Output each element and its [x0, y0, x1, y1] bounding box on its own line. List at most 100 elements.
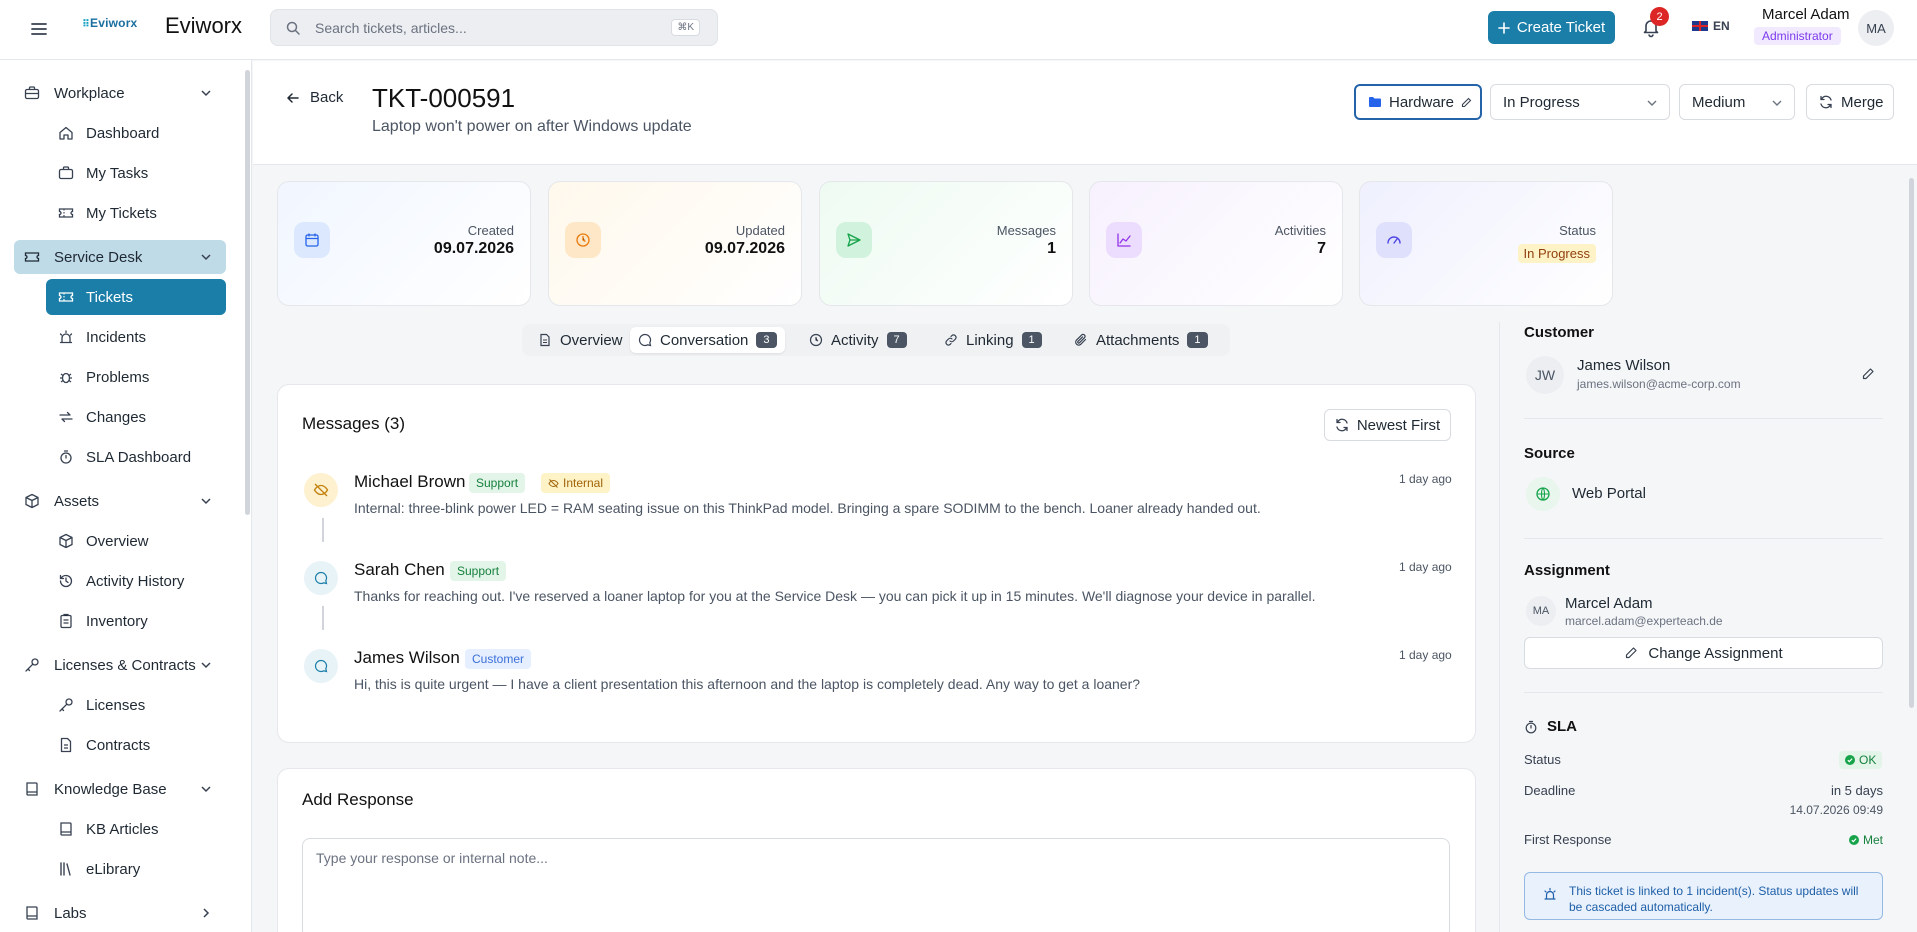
uk-flag-icon: [1692, 21, 1708, 31]
chevron-down-icon: [200, 783, 212, 795]
stat-card-activities: Activities 7: [1089, 181, 1343, 306]
message-text: Internal: three-blink power LED = RAM se…: [354, 500, 1261, 516]
main-scrollbar[interactable]: [1909, 178, 1914, 708]
message-icon: [304, 649, 338, 683]
category-button[interactable]: Hardware: [1354, 84, 1482, 120]
briefcase-icon: [58, 165, 74, 181]
chevron-down-icon: [1772, 99, 1782, 107]
status-select[interactable]: In Progress: [1490, 84, 1670, 120]
logo[interactable]: ⠿Eviworx: [82, 16, 137, 30]
paperclip-icon: [1074, 333, 1088, 347]
ticket-id: TKT-000591: [372, 83, 516, 113]
gauge-icon: [1376, 222, 1412, 258]
message-author: James Wilson: [354, 648, 460, 667]
stat-card-messages: Messages 1: [819, 181, 1073, 306]
language-selector[interactable]: EN: [1692, 19, 1730, 33]
sidebar-item-activity-history[interactable]: Activity History: [46, 563, 226, 599]
sidebar-item-my-tickets[interactable]: My Tickets: [46, 195, 226, 231]
ticket-tabs: Overview Conversation 3 Activity 7 Linki…: [522, 324, 1230, 356]
divider: [1524, 418, 1883, 419]
user-name[interactable]: Marcel Adam: [1762, 6, 1850, 23]
incident-notice: This ticket is linked to 1 incident(s). …: [1524, 872, 1883, 920]
sidebar-group-service-desk[interactable]: Service Desk: [14, 240, 226, 274]
siren-icon: [1543, 887, 1557, 901]
divider: [1524, 692, 1883, 693]
sidebar-item-elibrary[interactable]: eLibrary: [46, 851, 226, 887]
ticket-icon: [58, 289, 74, 305]
avatar: JW: [1526, 356, 1564, 394]
customer-badge: Customer: [465, 649, 532, 669]
message-icon: [638, 333, 652, 347]
sidebar-scrollbar[interactable]: [245, 70, 250, 515]
bug-icon: [58, 369, 74, 385]
back-button[interactable]: Back: [286, 89, 343, 106]
sidebar-group-knowledge-base[interactable]: Knowledge Base: [14, 772, 226, 806]
sidebar-item-dashboard[interactable]: Dashboard: [46, 115, 226, 151]
messages-title: Messages (3): [302, 414, 405, 433]
sidebar-item-assets-overview[interactable]: Overview: [46, 523, 226, 559]
support-badge: Support: [469, 473, 526, 493]
sidebar-item-my-tasks[interactable]: My Tasks: [46, 155, 226, 191]
avatar: MA: [1526, 596, 1556, 626]
sort-newest-first-button[interactable]: Newest First: [1324, 409, 1451, 441]
notification-count-badge: 2: [1650, 7, 1669, 26]
response-textarea[interactable]: Type your response or internal note...: [302, 838, 1450, 932]
change-assignment-button[interactable]: Change Assignment: [1524, 637, 1883, 669]
repeat-icon: [58, 409, 74, 425]
merge-button[interactable]: Merge: [1806, 84, 1894, 120]
sla-deadline-label: Deadline: [1524, 783, 1576, 798]
home-icon: [58, 125, 74, 141]
menu-icon[interactable]: [28, 18, 50, 40]
assignment-section-title: Assignment: [1524, 562, 1610, 579]
box-icon: [24, 493, 40, 509]
create-ticket-button[interactable]: Create Ticket: [1488, 11, 1615, 44]
sidebar-item-changes[interactable]: Changes: [46, 399, 226, 435]
box-icon: [58, 533, 74, 549]
clipboard-icon: [58, 613, 74, 629]
sla-section-title: SLA: [1547, 718, 1577, 735]
tab-linking[interactable]: Linking 1: [936, 327, 1050, 353]
customer-section-title: Customer: [1524, 324, 1595, 341]
sla-ok-badge: OK: [1839, 751, 1883, 769]
tab-conversation[interactable]: Conversation 3: [630, 327, 785, 353]
search-input[interactable]: Search tickets, articles... ⌘K: [270, 9, 718, 46]
sidebar-group-licenses-contracts[interactable]: Licenses & Contracts: [14, 648, 226, 682]
message-time: 1 day ago: [1399, 648, 1452, 662]
search-placeholder: Search tickets, articles...: [315, 20, 467, 36]
sidebar-item-kb-articles[interactable]: KB Articles: [46, 811, 226, 847]
avatar[interactable]: MA: [1858, 10, 1894, 46]
customer-name: James Wilson: [1577, 357, 1671, 374]
key-icon: [24, 657, 40, 673]
siren-icon: [58, 329, 74, 345]
message-text: Hi, this is quite urgent — I have a clie…: [354, 676, 1141, 692]
tab-overview[interactable]: Overview: [530, 327, 631, 353]
tab-attachments[interactable]: Attachments 1: [1066, 327, 1216, 353]
sidebar-item-problems[interactable]: Problems: [46, 359, 226, 395]
sla-deadline-relative: in 5 days: [1830, 783, 1883, 798]
divider: [1524, 538, 1883, 539]
sidebar-item-licenses[interactable]: Licenses: [46, 687, 226, 723]
search-icon: [286, 21, 300, 35]
priority-select[interactable]: Medium: [1679, 84, 1795, 120]
sidebar-item-tickets[interactable]: Tickets: [46, 279, 226, 315]
chevron-down-icon: [200, 251, 212, 263]
timeline-connector: [322, 606, 324, 630]
file-icon: [538, 333, 552, 347]
tab-activity[interactable]: Activity 7: [801, 327, 915, 353]
customer-email: james.wilson@acme-corp.com: [1577, 377, 1741, 391]
sidebar-item-inventory[interactable]: Inventory: [46, 603, 226, 639]
sla-deadline-value: 14.07.2026 09:49: [1789, 803, 1883, 817]
ticket-subject: Laptop won't power on after Windows upda…: [372, 118, 692, 135]
sidebar-group-assets[interactable]: Assets: [14, 484, 226, 518]
pencil-icon[interactable]: [1861, 367, 1875, 381]
user-role-badge: Administrator: [1754, 27, 1841, 45]
sidebar-item-contracts[interactable]: Contracts: [46, 727, 226, 763]
sidebar-group-labs[interactable]: Labs: [14, 896, 226, 930]
add-response-title: Add Response: [302, 790, 414, 809]
sidebar-item-sla-dashboard[interactable]: SLA Dashboard: [46, 439, 226, 475]
timer-icon: [58, 449, 74, 465]
message-author: Sarah Chen: [354, 560, 445, 579]
sidebar-item-incidents[interactable]: Incidents: [46, 319, 226, 355]
sidebar-group-workplace[interactable]: Workplace: [14, 76, 226, 110]
check-circle-icon: [1845, 755, 1855, 765]
